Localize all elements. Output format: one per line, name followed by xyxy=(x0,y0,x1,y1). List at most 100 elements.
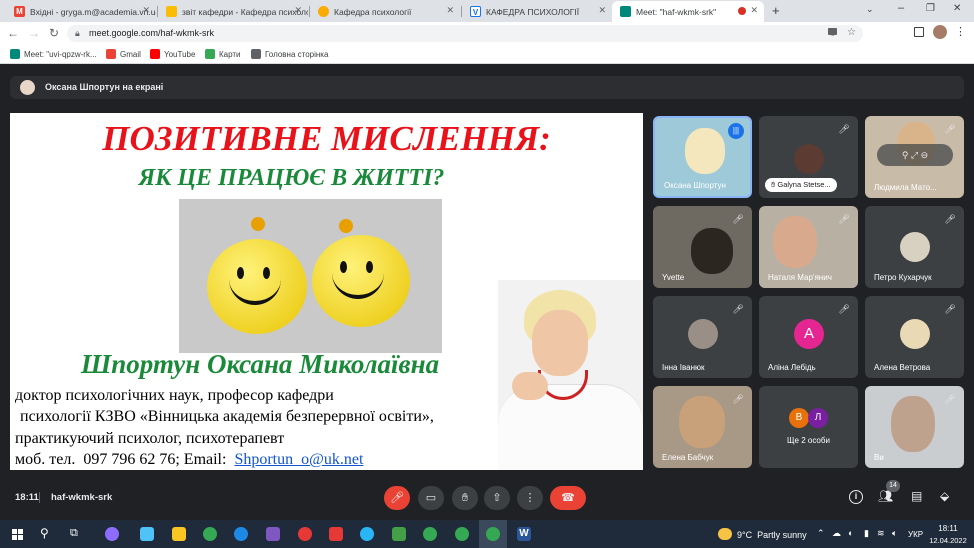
meet-icon xyxy=(620,6,631,17)
participant-tile[interactable]: A 🎤︎ Аліна Лебідь xyxy=(759,296,858,378)
tab-meet[interactable]: Meet: "haf-wkmk-srk" ✕ xyxy=(612,1,764,22)
participant-name: Yvette xyxy=(662,273,685,282)
minimize-icon[interactable]: – xyxy=(898,2,904,14)
word-icon[interactable]: W xyxy=(517,527,531,541)
chrome-icon[interactable] xyxy=(486,527,500,541)
new-tab-icon[interactable]: + xyxy=(772,3,780,18)
windows-taskbar: ⚲ ⧉ W 9°C Partly sunny ⌃ ☁︎ ◐ ▮ ≋ 🔈︎ УКР… xyxy=(0,520,974,548)
mic-off-icon: 🎤︎ xyxy=(944,394,956,404)
bookmark-home[interactable]: Головна сторінка xyxy=(251,49,328,59)
forward-icon[interactable]: → xyxy=(27,26,41,40)
divider xyxy=(39,492,40,503)
app-icon[interactable] xyxy=(392,527,406,541)
mic-off-icon: 🎤︎ xyxy=(944,304,956,314)
opera-icon[interactable] xyxy=(298,527,312,541)
bookmark-maps[interactable]: Карти xyxy=(205,49,241,59)
participant-tile[interactable]: 🎤︎ Петро Кухарчук xyxy=(865,206,964,288)
slide-author-name: Шпортун Оксана Миколаївна xyxy=(80,349,440,379)
bookmark-star-icon[interactable]: ☆ xyxy=(847,27,856,38)
address-bar[interactable]: 🔒︎ meet.google.com/haf-wkmk-srk ⇪ ☆ xyxy=(67,25,863,42)
chrome-icon[interactable] xyxy=(455,527,469,541)
cloud-icon: ☁︎ xyxy=(832,528,841,538)
lock-icon: 🔒︎ xyxy=(75,28,80,38)
tab-strip: M Вхідні - gryga.m@academia.vn.ua ✕ звіт… xyxy=(0,0,974,22)
participant-tile[interactable]: 🎤︎ Yvette xyxy=(653,206,752,288)
teams-icon[interactable] xyxy=(105,527,119,541)
mic-off-icon: 🎤︎ xyxy=(838,124,850,134)
tab-kafedra-site[interactable]: V КАФЕДРА ПСИХОЛОГІЇ ✕ xyxy=(462,1,612,22)
raise-hand-button[interactable]: ✋︎ xyxy=(452,486,478,510)
edge-icon[interactable] xyxy=(234,527,248,541)
leave-call-button[interactable]: ☎︎ xyxy=(550,486,586,510)
tab-kafedra[interactable]: Кафедра психології ✕ xyxy=(310,1,460,22)
participant-tile[interactable]: 🎤︎ ✋︎ Galyna Stetse... xyxy=(759,116,858,198)
presentation-banner: Оксана Шпортун на екрані xyxy=(10,76,964,99)
chrome-icon[interactable] xyxy=(203,527,217,541)
file-explorer-icon[interactable] xyxy=(172,527,186,541)
close-icon[interactable]: ✕ xyxy=(598,5,606,16)
participant-tile[interactable]: 🎤︎ ⚲ ⤢ ⊖ Людмила Мато... xyxy=(865,116,964,198)
viber-icon[interactable] xyxy=(266,527,280,541)
tab-search-icon[interactable]: ⌄ xyxy=(866,4,874,15)
back-icon[interactable]: ← xyxy=(6,26,20,40)
participant-tile-self[interactable]: 🎤︎ Ви xyxy=(865,386,964,468)
present-button[interactable]: ⇧ xyxy=(484,486,510,510)
tray-chevron-icon[interactable]: ⌃ xyxy=(817,528,825,539)
chat-icon[interactable]: ▤ xyxy=(911,489,922,503)
bookmark-youtube[interactable]: YouTube xyxy=(150,49,195,59)
close-icon[interactable]: ✕ xyxy=(142,5,150,16)
participant-tile[interactable]: 🎤︎ Елена Бабчук xyxy=(653,386,752,468)
task-view-icon[interactable]: ⧉ xyxy=(70,527,78,540)
phone-text: моб. тел. 097 796 62 76; Email: xyxy=(15,451,235,468)
tile-controls[interactable]: ⚲ ⤢ ⊖ xyxy=(877,144,953,166)
tab-drive[interactable]: звіт кафедри - Кафедра психології ✕ xyxy=(158,1,308,22)
people-count-badge: 14 xyxy=(886,480,900,492)
more-options-button[interactable]: ⋮ xyxy=(517,486,543,510)
app-icon[interactable] xyxy=(140,527,154,541)
participant-tile[interactable]: ||| Оксана Шпортун xyxy=(653,116,752,198)
restore-icon[interactable]: ❐ xyxy=(926,3,935,14)
info-icon[interactable]: i xyxy=(849,490,863,504)
participant-name: Аліна Лебідь xyxy=(768,363,816,372)
tab-label: КАФЕДРА ПСИХОЛОГІЇ xyxy=(486,6,580,17)
close-icon[interactable]: ✕ xyxy=(750,5,758,16)
skype-icon[interactable] xyxy=(360,527,374,541)
tray-icon: ◐ xyxy=(848,528,854,538)
participant-tile[interactable]: 🎤︎ Інна Іванюк xyxy=(653,296,752,378)
smileys-image xyxy=(179,199,442,353)
window-close-icon[interactable]: ✕ xyxy=(953,3,961,14)
participant-initial-avatar: Л xyxy=(808,408,828,428)
email-link[interactable]: Shportun_o@uk.net xyxy=(234,451,363,468)
bookmark-meet[interactable]: Meet: "uvi-qpzw-rk... xyxy=(10,49,97,59)
side-panel-icon[interactable] xyxy=(914,27,924,37)
chrome-icon[interactable] xyxy=(423,527,437,541)
activities-icon[interactable]: ⬙ xyxy=(940,489,949,503)
weather-text[interactable]: 9°C Partly sunny xyxy=(737,530,807,540)
smiley-right xyxy=(312,235,410,327)
tab-gmail[interactable]: M Вхідні - gryga.m@academia.vn.ua ✕ xyxy=(6,1,156,22)
clock-time: 18:11 xyxy=(938,524,958,533)
participant-tile[interactable]: 🎤︎ Наталя Мар'янич xyxy=(759,206,858,288)
participant-name-chip: ✋︎ Galyna Stetse... xyxy=(765,178,837,192)
participant-name: Galyna Stetse... xyxy=(777,180,831,189)
profile-avatar[interactable] xyxy=(933,25,947,39)
camera-toggle-button[interactable]: ▭ xyxy=(418,486,444,510)
participant-name: Людмила Мато... xyxy=(874,183,937,192)
close-icon[interactable]: ✕ xyxy=(294,5,302,16)
clock-date: 12.04.2022 xyxy=(929,536,967,545)
yandex-icon[interactable] xyxy=(329,527,343,541)
mic-off-icon: 🎤︎ xyxy=(944,124,956,134)
close-icon[interactable]: ✕ xyxy=(446,5,454,16)
drive-icon xyxy=(166,6,177,17)
menu-icon[interactable]: ⋮ xyxy=(955,25,966,38)
windows-start-icon[interactable] xyxy=(12,529,23,540)
bookmark-label: Meet: "uvi-qpzw-rk... xyxy=(24,49,97,59)
reload-icon[interactable]: ↻ xyxy=(47,26,61,40)
language-indicator[interactable]: УКР xyxy=(908,530,923,539)
search-icon[interactable]: ⚲ xyxy=(40,526,49,540)
camera-icon[interactable] xyxy=(828,28,837,35)
mic-toggle-button[interactable]: 🎤︎ xyxy=(384,486,410,510)
participant-tile[interactable]: 🎤︎ Алена Ветрова xyxy=(865,296,964,378)
participant-tile-more[interactable]: В Л Ще 2 особи xyxy=(759,386,858,468)
bookmark-gmail[interactable]: Gmail xyxy=(106,49,141,59)
